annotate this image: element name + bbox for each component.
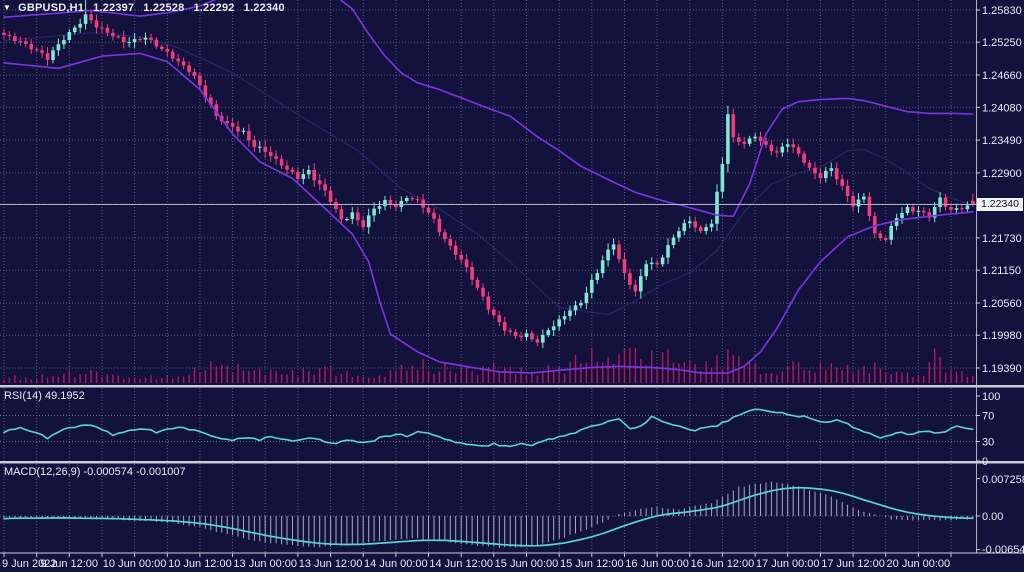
symbol-period-label: GBPUSD,H1 [18,2,84,14]
main-chart-pane[interactable] [0,0,976,385]
bar-close-value: 1.22340 [244,2,285,14]
rsi-indicator-label: RSI(14) 49.1952 [4,390,85,402]
time-axis[interactable] [0,553,1024,572]
macd-indicator-label: MACD(12,26,9) -0.000574 -0.001007 [4,466,186,478]
current-price-badge: 1.22340 [977,198,1023,211]
bar-open-value: 1.22397 [93,2,134,14]
bar-low-value: 1.22292 [193,2,234,14]
chart-header: ▼ GBPUSD,H1 1.22397 1.22528 1.22292 1.22340 [3,2,285,14]
trading-chart-window: 1.258301.252501.246601.240801.234901.229… [0,0,1024,572]
rsi-pane[interactable] [0,388,976,461]
symbol-dropdown-icon: ▼ [3,3,11,12]
price-axis[interactable] [976,0,1024,553]
bar-high-value: 1.22528 [143,2,184,14]
